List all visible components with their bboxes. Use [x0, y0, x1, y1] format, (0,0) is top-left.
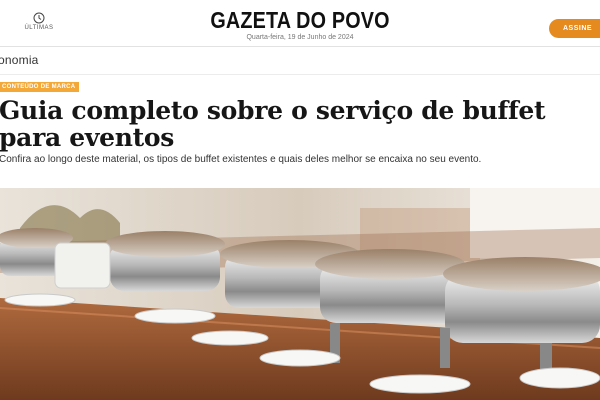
article-title: Guia completo sobre o serviço de buffet …	[0, 96, 546, 152]
header-divider	[0, 46, 600, 47]
section-label[interactable]: onomia	[0, 53, 39, 67]
current-date: Quarta-feira, 19 de Junho de 2024	[246, 34, 354, 41]
site-logo[interactable]: GAZETA DO POVO	[42, 7, 558, 34]
subscribe-button[interactable]: ASSINE	[549, 19, 600, 38]
article-summary: Confira ao longo deste material, os tipo…	[0, 154, 482, 165]
sponsored-badge: CONTEÚDO DE MARCA	[0, 82, 80, 92]
site-header: ÚLTIMAS GAZETA DO POVO Quarta-feira, 19 …	[0, 0, 600, 46]
article-hero-image	[0, 188, 600, 400]
buffet-photo	[0, 188, 600, 400]
section-divider	[0, 74, 600, 75]
